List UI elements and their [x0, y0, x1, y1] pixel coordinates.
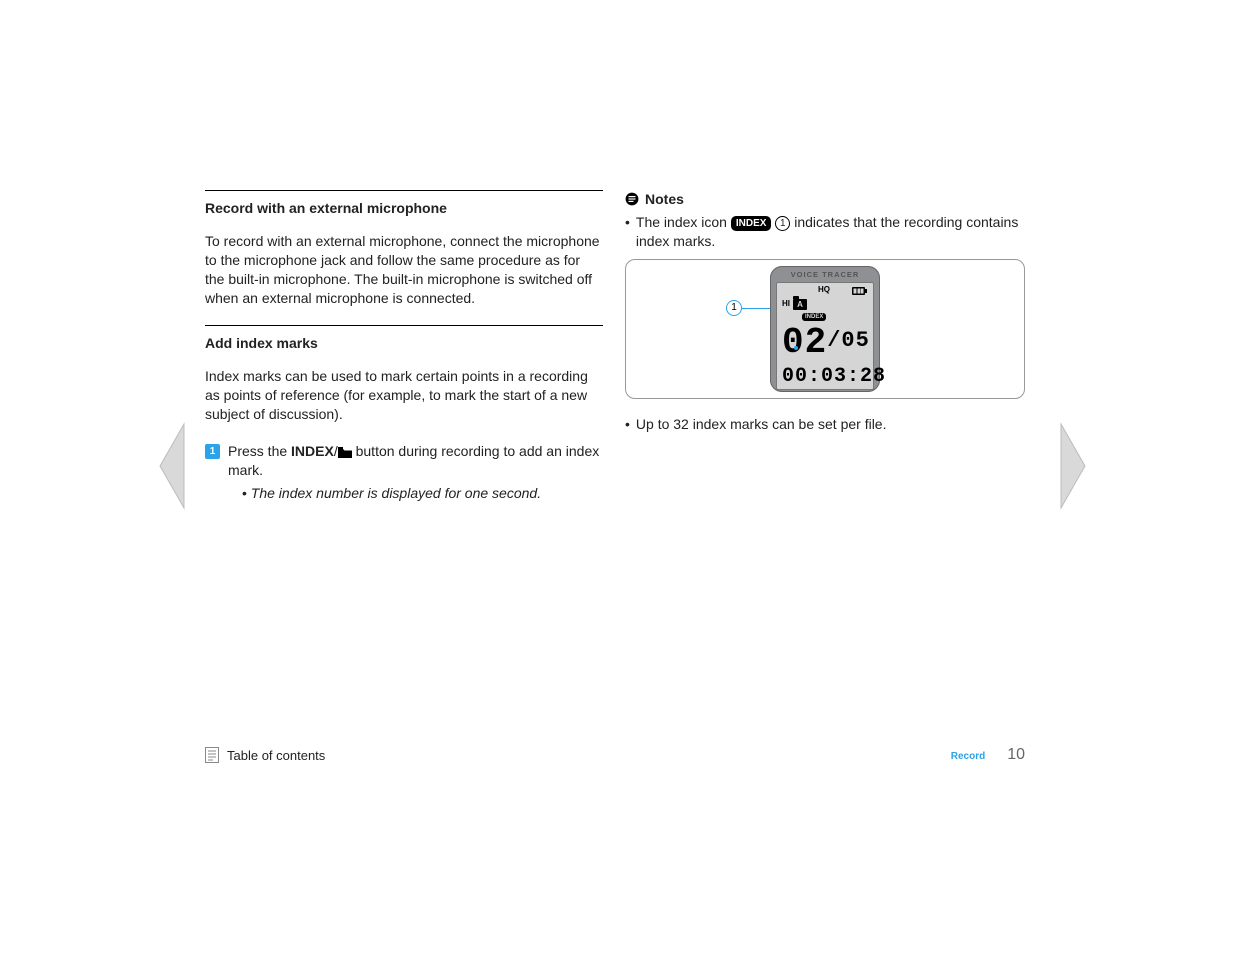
right-column: Notes • The index icon INDEX 1 indicates… — [625, 190, 1025, 503]
footer-right: Record 10 — [951, 746, 1025, 764]
screen-file-total: /05 — [827, 328, 870, 353]
heading-record-external-mic: Record with an external microphone — [205, 199, 603, 218]
callout-ref-1-icon: 1 — [775, 216, 790, 231]
callout-number-1: 1 — [726, 300, 742, 316]
screen-folder-letter: A — [793, 299, 807, 310]
bullet-dot: • — [625, 415, 630, 434]
note-1: • The index icon INDEX 1 indicates that … — [625, 213, 1025, 251]
note-2: • Up to 32 index marks can be set per fi… — [625, 415, 1025, 434]
toc-icon — [205, 747, 219, 763]
toc-link[interactable]: Table of contents — [205, 747, 325, 763]
footer-section-name[interactable]: Record — [951, 751, 985, 762]
screen-time: 00:03:28 — [782, 363, 868, 390]
notes-label: Notes — [645, 190, 684, 209]
folder-icon — [338, 443, 352, 459]
bullet-dot: • — [242, 485, 247, 501]
screen-index-tag: INDEX — [802, 313, 826, 321]
next-page-button[interactable] — [1057, 420, 1091, 512]
prev-page-button[interactable] — [154, 420, 188, 512]
toc-label: Table of contents — [227, 748, 325, 763]
screen-quality-label: HQ — [818, 285, 830, 296]
manual-page: Record with an external microphone To re… — [0, 0, 1235, 954]
section-record-external-mic: Record with an external microphone To re… — [205, 190, 603, 307]
screen-file-counter: 02/05 00:03:28 — [782, 325, 868, 390]
step-text-prefix: Press the — [228, 443, 291, 459]
step-1-sub: • The index number is displayed for one … — [242, 484, 603, 503]
screen-file-current: 02 — [782, 322, 827, 363]
index-pill-icon: INDEX — [731, 216, 772, 232]
section-add-index-marks: Add index marks Index marks can be used … — [205, 325, 603, 502]
step-1: 1 Press the INDEX/ button during recordi… — [205, 442, 603, 503]
page-footer: Table of contents Record 10 — [205, 746, 1025, 764]
bullet-dot: • — [625, 213, 630, 251]
notes-heading: Notes — [625, 190, 1025, 209]
step-text-bold: INDEX — [291, 443, 334, 459]
content-area: Record with an external microphone To re… — [205, 190, 1025, 503]
device-illustration: 1 VOICE TRACER HQ HI A — [625, 259, 1025, 399]
screen-sensitivity-label: HI — [782, 299, 790, 310]
step-1-body: Press the INDEX/ button during recording… — [228, 442, 603, 503]
voice-tracer-device: VOICE TRACER HQ HI A — [770, 266, 880, 392]
footer-page-number: 10 — [1007, 746, 1025, 764]
paragraph-record-external-mic: To record with an external microphone, c… — [205, 232, 603, 308]
paragraph-add-index-marks: Index marks can be used to mark certain … — [205, 367, 603, 424]
heading-add-index-marks: Add index marks — [205, 334, 603, 353]
step-1-sub-text: The index number is displayed for one se… — [251, 485, 541, 501]
note-1-t1: The index icon — [636, 214, 731, 230]
notes-icon — [625, 192, 639, 206]
device-brand: VOICE TRACER — [776, 270, 874, 280]
left-column: Record with an external microphone To re… — [205, 190, 603, 503]
step-badge-1: 1 — [205, 444, 220, 459]
battery-icon — [852, 287, 868, 295]
screen-folder-icon: A — [793, 299, 807, 310]
note-2-text: Up to 32 index marks can be set per file… — [636, 415, 887, 434]
note-1-body: The index icon INDEX 1 indicates that th… — [636, 213, 1025, 251]
device-screen: HQ HI A INDEX — [776, 282, 874, 390]
